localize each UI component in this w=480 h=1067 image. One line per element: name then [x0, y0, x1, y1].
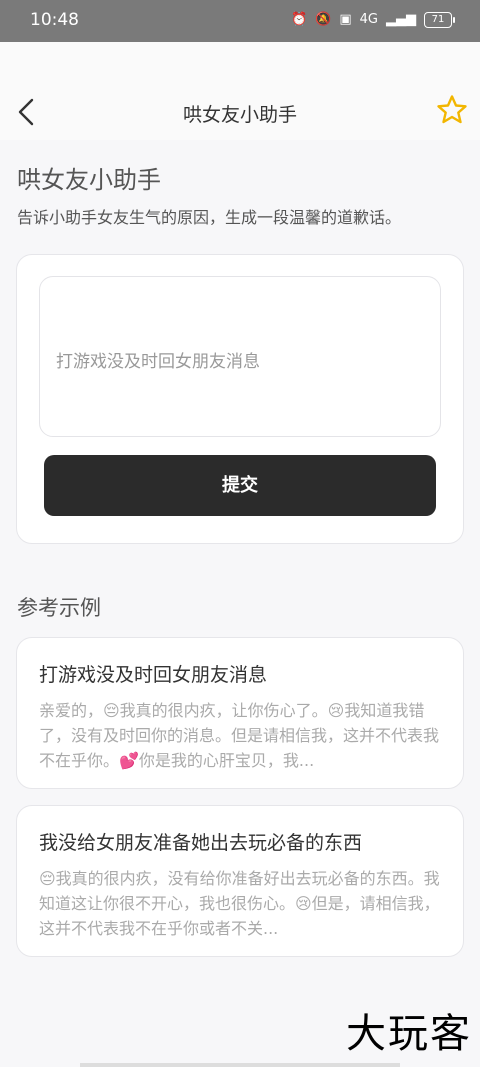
input-card: 打游戏没及时回女朋友消息 提交	[16, 254, 464, 544]
example-body: 😔我真的很内疚，没有给你准备好出去玩必备的东西。我知道这让你很不开心，我也很伤心…	[39, 869, 440, 938]
status-icons: ⏰ 🔕 ▣ 4G ▂▄▆ 71	[290, 12, 455, 28]
example-card[interactable]: 我没给女朋友准备她出去玩必备的东西 😔我真的很内疚，没有给你准备好出去玩必备的东…	[16, 805, 464, 957]
example-card[interactable]: 打游戏没及时回女朋友消息 亲爱的，😔我真的很内疚，让你伤心了。😢我知道我错了，没…	[16, 637, 464, 789]
example-title: 打游戏没及时回女朋友消息	[39, 664, 268, 686]
nav-title: 哄女友小助手	[182, 104, 297, 126]
hd-icon: ▣	[339, 12, 352, 27]
gesture-bar	[80, 1063, 400, 1067]
reason-input[interactable]: 打游戏没及时回女朋友消息	[39, 276, 441, 437]
network-label: 4G	[359, 12, 378, 27]
input-placeholder: 打游戏没及时回女朋友消息	[56, 352, 260, 372]
examples-section-title: 参考示例	[17, 596, 101, 620]
nav-bar: 哄女友小助手	[0, 42, 480, 140]
alarm-icon: ⏰	[290, 12, 308, 27]
example-title: 我没给女朋友准备她出去玩必备的东西	[39, 832, 363, 854]
favorite-star-icon[interactable]	[436, 94, 468, 126]
submit-button[interactable]: 提交	[44, 455, 436, 516]
battery-icon: 71	[424, 12, 455, 28]
page-title: 哄女友小助手	[17, 166, 161, 194]
signal-icon: ▂▄▆	[386, 12, 416, 27]
page-subtitle: 告诉小助手女友生气的原因，生成一段温馨的道歉话。	[17, 208, 402, 227]
status-time: 10:48	[30, 10, 79, 30]
status-bar: 10:48 ⏰ 🔕 ▣ 4G ▂▄▆ 71	[0, 0, 480, 42]
mute-icon: 🔕	[315, 12, 332, 27]
watermark-logo: 大玩客	[346, 1011, 472, 1057]
example-body: 亲爱的，😔我真的很内疚，让你伤心了。😢我知道我错了，没有及时回你的消息。但是请相…	[39, 701, 440, 770]
